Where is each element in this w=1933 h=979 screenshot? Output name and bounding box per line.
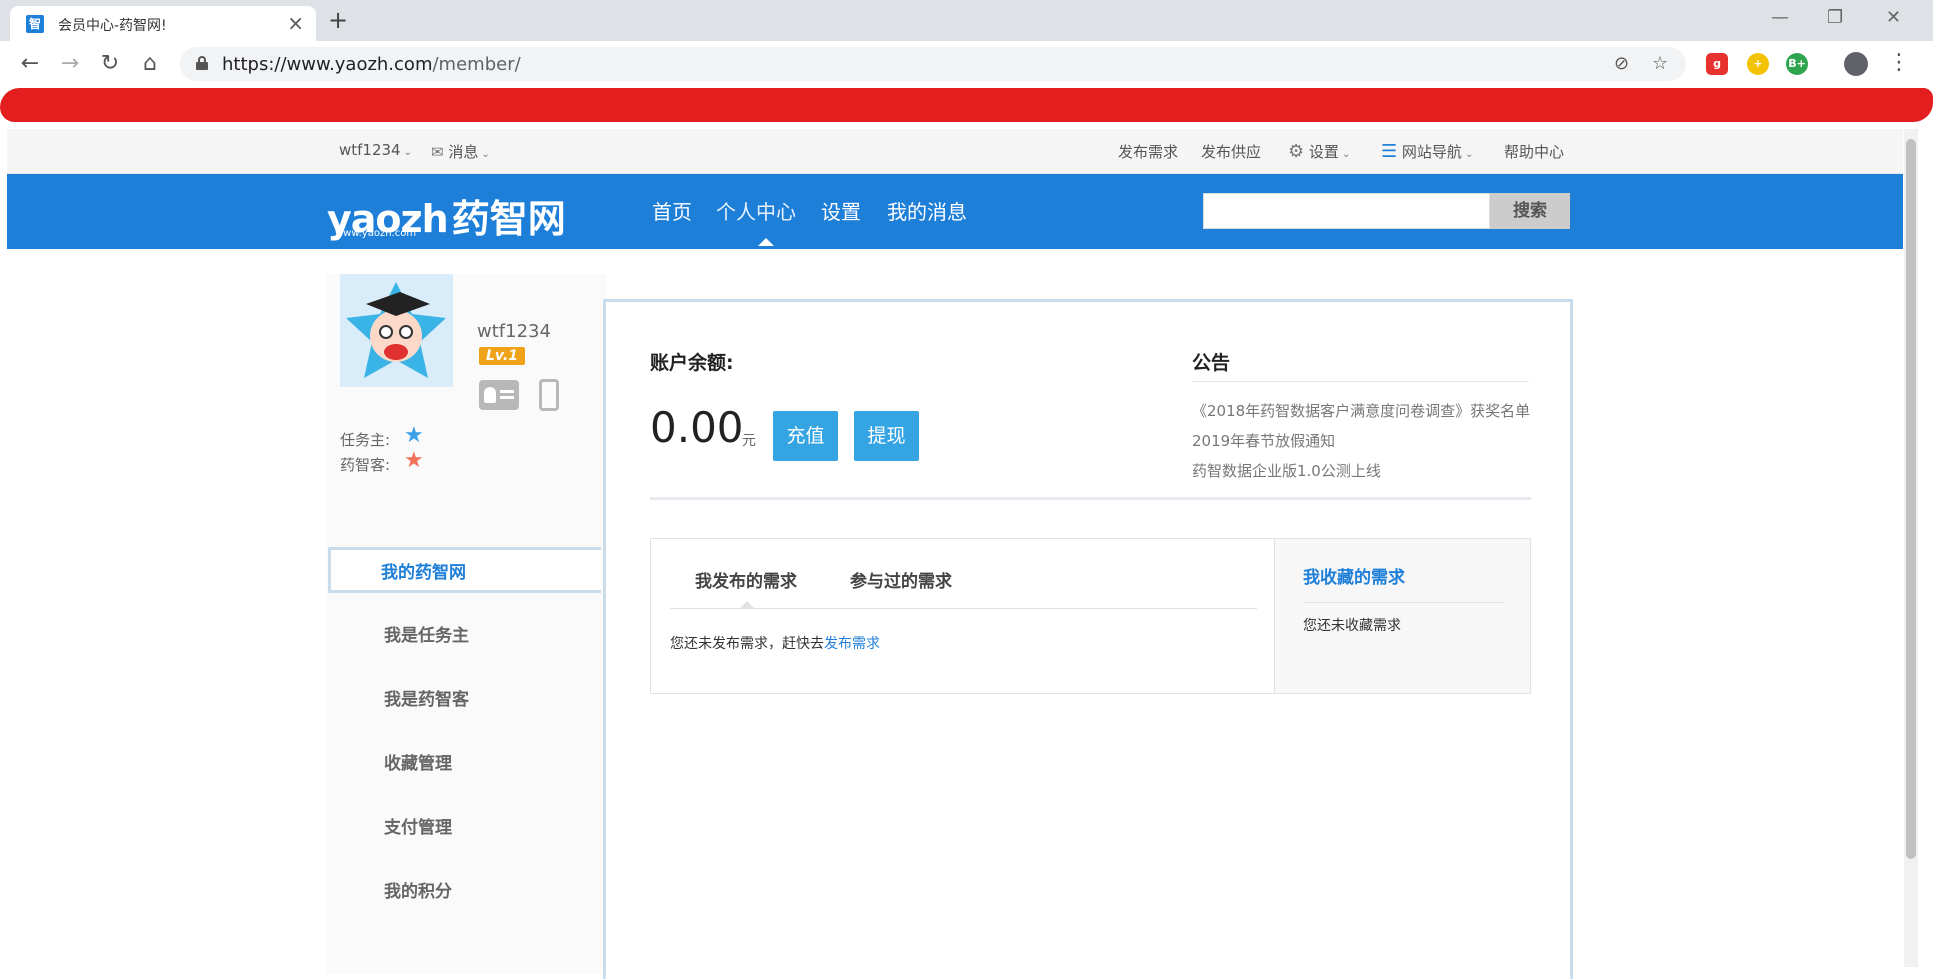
sidebar-item-payment[interactable]: 支付管理 xyxy=(327,805,607,851)
ext-yellow-icon[interactable]: + xyxy=(1747,53,1769,75)
requests-empty-message: 您还未发布需求，赶快去发布需求 xyxy=(670,636,880,652)
sidebar-item-points[interactable]: 我的积分 xyxy=(327,869,607,915)
tab-my-published-requests[interactable]: 我发布的需求 xyxy=(695,567,797,592)
page-scrollbar[interactable] xyxy=(1904,129,1918,967)
lock-icon[interactable] xyxy=(196,56,208,70)
notice-title: 公告 xyxy=(1192,352,1231,374)
mail-icon: ✉ xyxy=(431,143,444,161)
nav-member-center[interactable]: 个人中心 xyxy=(716,196,796,225)
translate-blocked-icon[interactable]: ⊘ xyxy=(1614,53,1629,75)
profile-avatar-icon[interactable] xyxy=(1844,52,1868,76)
window-close-icon[interactable]: ✕ xyxy=(1886,4,1901,32)
browser-tab[interactable]: 智 会员中心-药智网! × xyxy=(10,6,316,41)
nav-my-messages[interactable]: 我的消息 xyxy=(887,196,967,225)
bookmark-star-icon[interactable]: ☆ xyxy=(1652,53,1668,75)
minimize-icon[interactable]: — xyxy=(1771,4,1789,32)
tab-underline xyxy=(670,608,1257,609)
favorite-requests-empty: 您还未收藏需求 xyxy=(1303,618,1401,634)
topbar-publish-demand[interactable]: 发布需求 xyxy=(1118,141,1178,162)
sidebar-item-task-owner[interactable]: 我是任务主 xyxy=(327,613,607,659)
site-favicon-icon: 智 xyxy=(26,15,44,33)
nav-home[interactable]: 首页 xyxy=(652,196,692,225)
notice-divider xyxy=(1192,381,1529,382)
browser-toolbar: ← → ↻ ⌂ https://www.yaozh.com/member/ ⊘ … xyxy=(0,41,1933,87)
address-bar[interactable]: https://www.yaozh.com/member/ ⊘ ☆ xyxy=(180,47,1686,81)
ext-red-icon[interactable]: g xyxy=(1706,53,1728,75)
task-owner-star-icon: ★ xyxy=(404,423,424,448)
site-logo[interactable]: yaozh 药智网 www.yaozh.com xyxy=(327,188,566,241)
topbar-site-nav[interactable]: ☰ 网站导航 ⌄ xyxy=(1381,141,1473,162)
yaozhike-star-icon: ★ xyxy=(404,448,424,473)
balance-value: 0.00 xyxy=(650,403,744,452)
main-header: yaozh 药智网 www.yaozh.com 首页 个人中心 设置 我的消息 搜… xyxy=(7,174,1903,249)
notice-item[interactable]: 药智数据企业版1.0公测上线 xyxy=(1192,460,1381,481)
topbar-messages[interactable]: ✉ 消息 ⌄ xyxy=(431,141,490,162)
forward-icon[interactable]: → xyxy=(56,50,84,78)
menu-kebab-icon[interactable]: ⋮ xyxy=(1888,49,1910,77)
redaction-mark xyxy=(0,88,1933,122)
nav-settings[interactable]: 设置 xyxy=(821,196,861,225)
tab-title: 会员中心-药智网! xyxy=(58,18,167,34)
balance-unit: 元 xyxy=(742,433,756,449)
role-yaozhike-label: 药智客: xyxy=(340,456,391,474)
id-card-icon[interactable] xyxy=(479,380,519,410)
list-icon: ☰ xyxy=(1381,141,1398,162)
mobile-phone-icon[interactable] xyxy=(539,379,559,411)
active-nav-indicator xyxy=(758,238,774,246)
sidebar-item-yaozhike[interactable]: 我是药智客 xyxy=(327,677,607,723)
role-task-owner-label: 任务主: xyxy=(340,431,391,449)
home-icon[interactable]: ⌂ xyxy=(136,50,164,78)
notice-item[interactable]: 2019年春节放假通知 xyxy=(1192,430,1335,451)
topbar-publish-supply[interactable]: 发布供应 xyxy=(1201,141,1261,162)
search-button[interactable]: 搜索 xyxy=(1490,193,1570,229)
topbar-username[interactable]: wtf1234 ⌄ xyxy=(339,141,412,159)
topbar-settings[interactable]: ⚙ 设置 ⌄ xyxy=(1288,141,1350,162)
sidebar-item-favorites[interactable]: 收藏管理 xyxy=(327,741,607,787)
favorite-divider xyxy=(1303,602,1505,603)
level-badge: Lv.1 xyxy=(479,347,525,365)
favorite-requests-title[interactable]: 我收藏的需求 xyxy=(1303,563,1405,588)
new-tab-icon[interactable]: + xyxy=(328,8,348,32)
browser-tab-bar: 智 会员中心-药智网! × + — ❐ ✕ xyxy=(0,0,1933,41)
requests-panel xyxy=(650,538,1275,694)
scrollbar-thumb[interactable] xyxy=(1906,139,1916,859)
site-topbar: wtf1234 ⌄ ✉ 消息 ⌄ 发布需求 发布供应 ⚙ 设置 ⌄ ☰ 网站导航 ⌄ 帮… xyxy=(7,129,1903,174)
back-icon[interactable]: ← xyxy=(16,50,44,78)
user-avatar[interactable] xyxy=(340,274,453,387)
withdraw-button[interactable]: 提现 xyxy=(854,411,919,461)
gear-icon: ⚙ xyxy=(1288,141,1305,162)
balance-label: 账户余额: xyxy=(650,352,734,374)
reload-icon[interactable]: ↻ xyxy=(96,50,124,78)
search-input[interactable] xyxy=(1203,193,1490,229)
notice-item[interactable]: 《2018年药智数据客户满意度问卷调查》获奖名单 xyxy=(1192,400,1530,421)
profile-username: wtf1234 xyxy=(477,321,551,342)
restore-icon[interactable]: ❐ xyxy=(1827,4,1843,32)
tab-participated-requests[interactable]: 参与过的需求 xyxy=(850,567,952,592)
section-divider xyxy=(650,497,1531,500)
ext-green-icon[interactable]: B+ xyxy=(1786,53,1808,75)
sidebar-item-my-yaozh[interactable]: 我的药智网 xyxy=(328,547,601,593)
url-text[interactable]: https://www.yaozh.com/member/ xyxy=(222,54,521,75)
publish-request-link[interactable]: 发布需求 xyxy=(824,636,880,652)
active-tab-indicator xyxy=(740,601,754,608)
tab-close-icon[interactable]: × xyxy=(287,11,304,35)
topbar-help-center[interactable]: 帮助中心 xyxy=(1504,141,1564,162)
recharge-button[interactable]: 充值 xyxy=(773,411,838,461)
